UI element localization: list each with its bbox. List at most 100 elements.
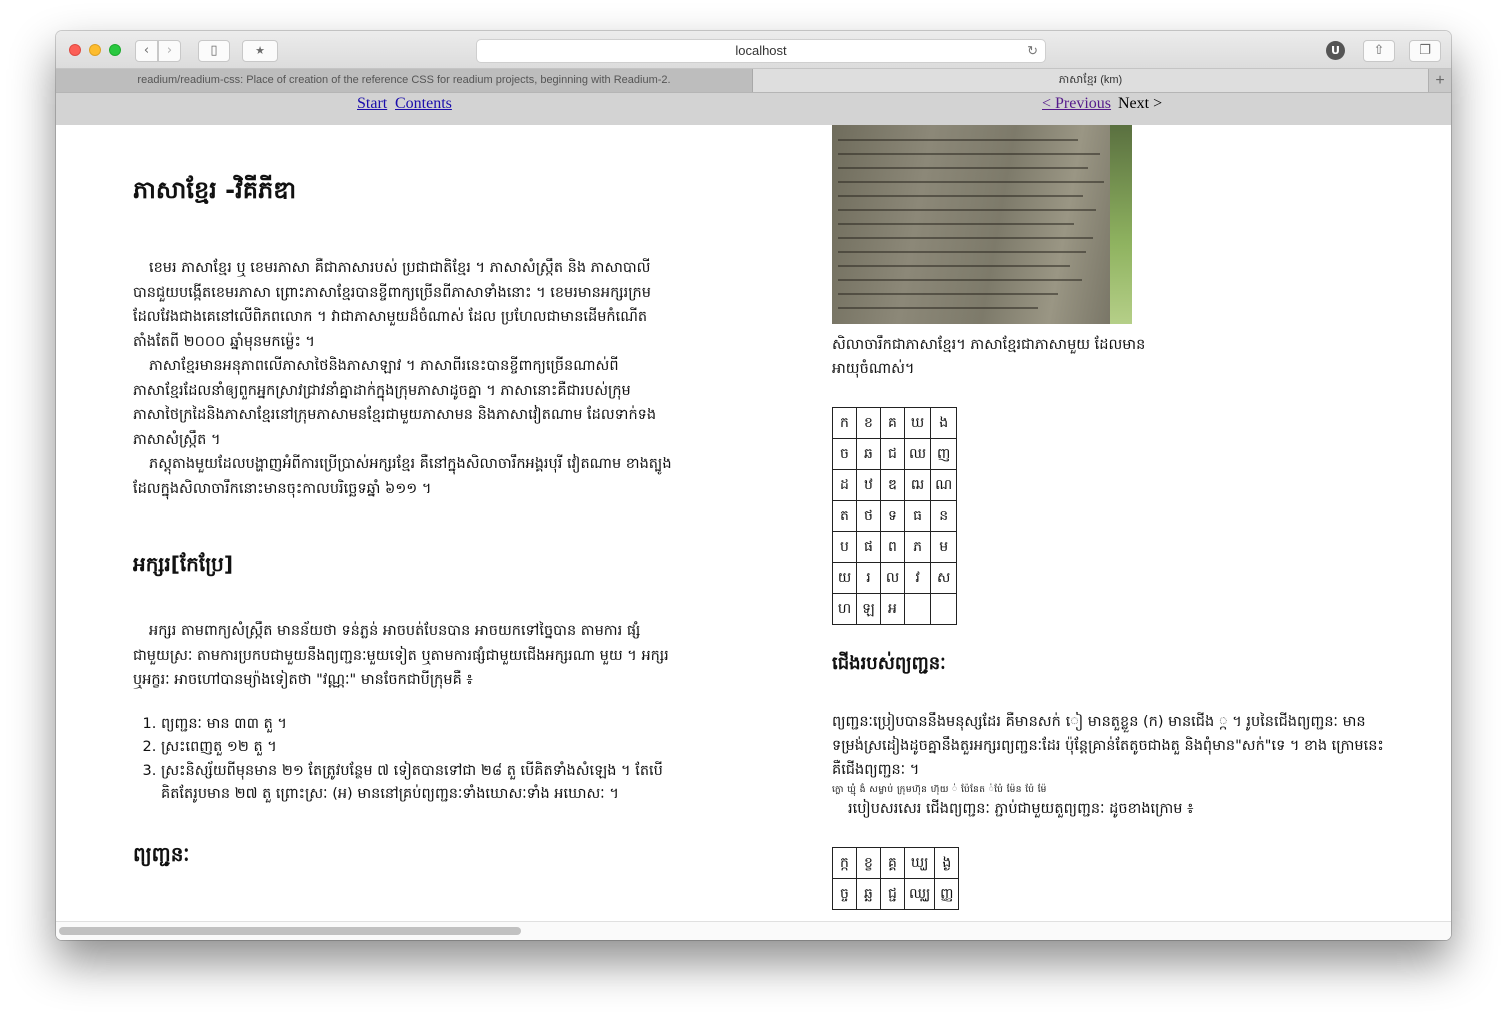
minimize-window-button[interactable] [89, 44, 101, 56]
inscription-line [838, 223, 1074, 225]
table-row: កខគឃង [832, 407, 958, 439]
inscription-photo [832, 125, 1132, 324]
left-column: ភាសាខ្មែរ -វិគីភីឌា ខេមរ ភាសាខ្មែរ ឬ ខេម… [133, 125, 673, 871]
table-cell: ដ [832, 469, 857, 501]
reader-navbar: Start Contents < Previous Next > [56, 93, 1451, 125]
table-cell: វ [903, 562, 932, 594]
share-icon: ⇧ [1373, 43, 1385, 58]
letters-list: ព្យញ្ជនៈ មាន ៣៣ តួ ។ ស្រះពេញតួ ១២ តួ ។ ស… [133, 713, 673, 807]
intro-paragraph: ភាសាខ្មែរមានអនុភាពលើភាសាថៃនិងភាសាឡាវ ។ ភ… [133, 358, 657, 448]
tab-bar: readium/readium-css: Place of creation o… [56, 69, 1451, 93]
table-cell: ឡ [856, 593, 881, 625]
tab-khmer-language[interactable]: ភាសាខ្មែរ (km) [753, 69, 1428, 92]
table-cell: ផ [856, 531, 881, 563]
address-bar[interactable]: localhost ↻ [476, 39, 1046, 63]
sidebar-button[interactable]: ▯ [198, 40, 230, 62]
chevron-right-icon: › [166, 43, 173, 58]
table-cell: ជ [880, 438, 905, 470]
back-button[interactable]: ‹ [135, 40, 158, 62]
horizontal-scrollbar[interactable] [56, 921, 1451, 940]
browser-window: ‹ › ▯ ★ localhost ↻ U ⇧ ❐ readium/readiu… [56, 31, 1451, 940]
share-button[interactable]: ⇧ [1363, 40, 1395, 62]
feet-heading: ជើងរបស់ព្យញ្ជនៈ [832, 653, 946, 674]
extension-button[interactable]: U [1326, 41, 1345, 60]
table-cell: យ [832, 562, 857, 594]
inscription-line [838, 307, 1038, 309]
inscription-line [838, 237, 1093, 239]
table-cell: ក្ក [832, 847, 857, 879]
table-cell: គ [880, 407, 905, 439]
table-cell: គ្គ [880, 847, 905, 879]
inscription-line [838, 265, 1070, 267]
feet-examples: ក្លោ ឃ្មុំ ងំ សម្លាប់ ក្រុមហ៊ុន ហ៊ុយ ់ ប… [832, 785, 1047, 795]
chevron-left-icon: ‹ [143, 43, 150, 58]
table-cell: ឆ្ឆ [856, 878, 881, 910]
table-cell: ព [880, 531, 905, 563]
next-link[interactable]: Next > [1118, 95, 1162, 113]
star-icon: ★ [255, 44, 265, 57]
table-cell: ញ [930, 438, 958, 470]
inscription-line [838, 195, 1083, 197]
list-item: ស្រះនិស្ស័យពីមុនមាន ២១ តែត្រូវបន្ថែម ៧ ទ… [161, 760, 673, 807]
page-content: Start Contents < Previous Next > ភាសាខ្ម… [56, 93, 1451, 940]
browser-toolbar: ‹ › ▯ ★ localhost ↻ U ⇧ ❐ [56, 31, 1451, 69]
table-cell: ន [930, 500, 958, 532]
intro-paragraph: ខេមរ ភាសាខ្មែរ ឬ ខេមរភាសា គឺជាភាសារបស់ ប… [133, 260, 651, 350]
table-cell: ច [832, 438, 857, 470]
scrollbar-thumb[interactable] [59, 927, 521, 935]
sidebar-icon: ▯ [210, 43, 218, 58]
photo-background [1110, 125, 1132, 324]
right-column: សិលាចារឹកជាភាសាខ្មែរ។ ភាសាខ្មែរជាភាសាមួយ… [832, 125, 1392, 910]
table-cell: ឆ [856, 438, 881, 470]
table-cell: ខ [856, 407, 881, 439]
show-tabs-button[interactable]: ❐ [1409, 40, 1441, 62]
feet-table: ក្ក ខ្ខ គ្គ ឃ្ឃ ង្ង ច្ច ឆ្ឆ ជ្ជ ឈ្ឈ ញ្ញ [832, 847, 960, 910]
table-cell: ភ [903, 531, 932, 563]
inscription-line [838, 293, 1058, 295]
table-cell: រ [856, 562, 881, 594]
contents-link[interactable]: Contents [395, 95, 452, 113]
table-cell: ឍ [903, 469, 932, 501]
table-cell: ង្ង [934, 847, 960, 879]
table-row: ក្ក ខ្ខ គ្គ ឃ្ឃ ង្ង [832, 847, 960, 879]
table-cell: ខ្ខ [856, 847, 881, 879]
start-link[interactable]: Start [357, 95, 387, 113]
table-cell: ឃ [903, 407, 932, 439]
intro-paragraph: ភស្តុតាងមួយដែលបង្ហាញអំពីការប្រើប្រាស់អក្… [133, 456, 672, 497]
table-cell: ហ [832, 593, 857, 625]
inscription-line [838, 251, 1086, 253]
previous-link[interactable]: < Previous [1042, 95, 1111, 113]
table-cell: ម [930, 531, 958, 563]
close-window-button[interactable] [69, 44, 81, 56]
table-cell: ឈ្ឈ [903, 878, 936, 910]
inscription-line [838, 279, 1082, 281]
page-title: ភាសាខ្មែរ -វិគីភីឌា [133, 176, 297, 204]
feet-paragraph: ព្យញ្ជនៈប្រៀបបាននឹងមនុស្សដែរ គឺមានសក់ ៀ … [832, 714, 1384, 778]
list-item: ព្យញ្ជនៈ មាន ៣៣ តួ ។ [161, 713, 673, 737]
table-cell: ណ [930, 469, 958, 501]
inscription-line [838, 167, 1088, 169]
table-row: ច្ច ឆ្ឆ ជ្ជ ឈ្ឈ ញ្ញ [832, 878, 960, 910]
table-row: ដឋឌឍណ [832, 469, 958, 501]
new-tab-button[interactable]: + [1428, 69, 1451, 92]
intro-section: ខេមរ ភាសាខ្មែរ ឬ ខេមរភាសា គឺជាភាសារបស់ ប… [133, 256, 673, 501]
letters-heading: អក្សរ[កែប្រែ] [133, 552, 234, 576]
table-cell: ង [930, 407, 958, 439]
table-cell: ធ [903, 500, 932, 532]
zoom-window-button[interactable] [109, 44, 121, 56]
tab-readium-css[interactable]: readium/readium-css: Place of creation o… [56, 69, 753, 92]
reload-icon[interactable]: ↻ [1027, 40, 1038, 62]
table-row: ចឆជឈញ [832, 438, 958, 470]
bookmarks-button[interactable]: ★ [242, 40, 278, 62]
tabs-icon: ❐ [1419, 43, 1431, 58]
table-cell: ល [880, 562, 905, 594]
consonant-table: កខគឃងចឆជឈញដឋឌឍណតថទធនបផពភមយរលវសហឡអ [832, 407, 958, 625]
table-cell: ស [930, 562, 958, 594]
table-cell: ឃ្ឃ [903, 847, 936, 879]
table-row: បផពភម [832, 531, 958, 563]
inscription-line [838, 153, 1100, 155]
table-cell: ច្ច [832, 878, 857, 910]
table-cell [930, 593, 958, 625]
forward-button[interactable]: › [158, 40, 181, 62]
consonants-heading: ព្យញ្ជនៈ [133, 841, 190, 866]
